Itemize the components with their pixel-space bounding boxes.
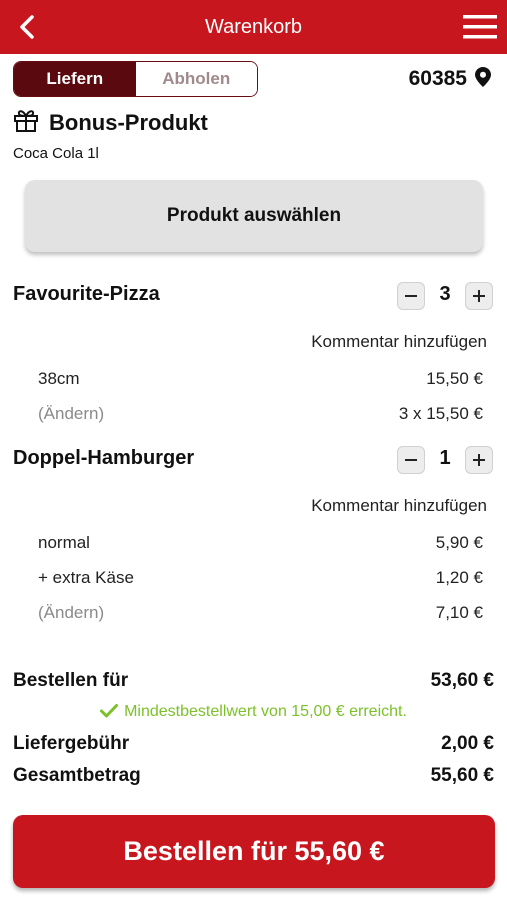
decrease-quantity-button[interactable]	[397, 282, 425, 310]
checkmark-icon	[100, 704, 119, 723]
item-option-label: 38cm	[38, 369, 80, 388]
toggle-option-liefern[interactable]: Liefern	[14, 62, 136, 96]
increase-quantity-button[interactable]	[465, 446, 493, 474]
total-label: Gesamtbetrag	[13, 765, 141, 786]
total-value: 55,60 €	[430, 765, 494, 786]
toggle-option-abholen[interactable]: Abholen	[135, 62, 257, 96]
top-app-bar: Warenkorb	[0, 0, 507, 54]
delivery-mode-toggle: Liefern Abholen	[13, 61, 258, 97]
zip-code: 60385	[408, 67, 467, 90]
minimum-order-status: Mindestbestellwert von 15,00 € erreicht.	[0, 703, 507, 723]
item-option-label: normal	[38, 533, 90, 552]
bonus-title: Bonus-Produkt	[49, 109, 208, 135]
change-item-link[interactable]: (Ändern)	[38, 603, 104, 623]
subtotal-value: 53,60 €	[430, 670, 494, 691]
cart-item-name: Doppel-Hamburger	[13, 447, 195, 469]
page-title: Warenkorb	[204, 16, 303, 38]
map-pin-icon	[475, 66, 491, 92]
cart-item-name: Favourite-Pizza	[13, 283, 160, 305]
decrease-quantity-button[interactable]	[397, 446, 425, 474]
delivery-fee-label: Liefergebühr	[13, 733, 130, 754]
change-item-link[interactable]: (Ändern)	[38, 404, 104, 424]
item-quantity: 1	[439, 447, 451, 469]
subtotal-label: Bestellen für	[13, 670, 129, 691]
bonus-header: Bonus-Produkt	[13, 108, 208, 137]
item-option-price: 15,50 €	[426, 369, 483, 388]
place-order-button[interactable]: Bestellen für 55,60 €	[13, 815, 495, 888]
increase-quantity-button[interactable]	[465, 282, 493, 310]
item-line-total: 7,10 €	[435, 603, 483, 622]
minimum-order-message: Mindestbestellwert von 15,00 € erreicht.	[124, 703, 407, 720]
item-option-price: 1,20 €	[435, 568, 483, 587]
hamburger-menu-icon[interactable]	[463, 15, 497, 39]
add-comment-link[interactable]: Kommentar hinzufügen	[311, 332, 487, 352]
item-line-total: 3 x 15,50 €	[398, 404, 483, 423]
choose-product-button[interactable]: Produkt auswählen	[25, 180, 483, 252]
item-option-label: + extra Käse	[38, 568, 134, 587]
gift-icon	[13, 108, 39, 137]
delivery-location[interactable]: 60385	[409, 64, 491, 94]
item-option-price: 5,90 €	[435, 533, 483, 552]
delivery-fee-value: 2,00 €	[441, 733, 494, 754]
bonus-product-name: Coca Cola 1l	[13, 145, 99, 162]
add-comment-link[interactable]: Kommentar hinzufügen	[311, 496, 487, 516]
item-quantity: 3	[439, 283, 451, 305]
